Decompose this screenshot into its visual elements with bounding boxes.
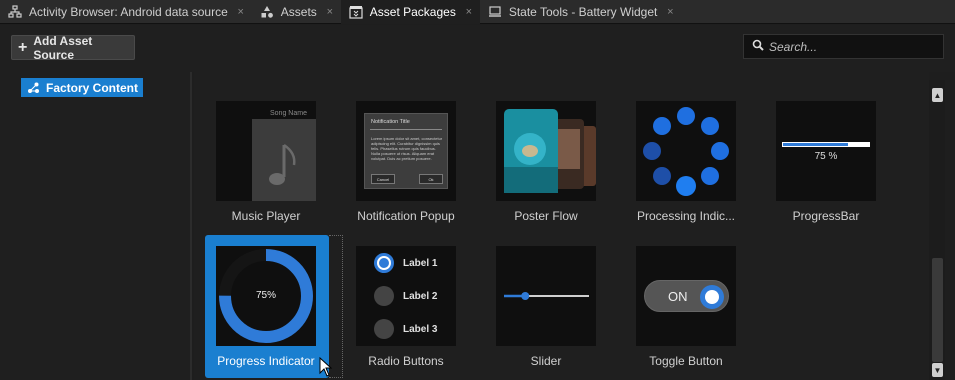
tab-assets[interactable]: Assets × [252,0,341,24]
vertical-scrollbar[interactable]: ▲ ▼ [929,80,945,380]
package-label: Poster Flow [514,209,578,223]
package-card-progressbar[interactable]: 75 % ProgressBar [766,96,904,238]
progress-indicator-value-text: 75% [255,290,276,301]
radio-checked [374,253,394,273]
slider-graphic [504,292,589,300]
package-label: Toggle Button [649,354,723,368]
monitor-icon [488,5,502,19]
radio-buttons-thumbnail: Label 1 Label 2 Label 3 [356,246,456,346]
search-box[interactable] [743,34,944,59]
asset-source-tree: Factory Content [0,72,192,380]
document-tab-bar: Activity Browser: Android data source × … [0,0,955,24]
package-card-music-player[interactable]: Song Name Music Player [206,96,344,238]
tab-label: Activity Browser: Android data source [29,5,228,19]
radio-option: Label 3 [374,319,437,339]
tab-label: Asset Packages [369,5,456,19]
progressbar-thumbnail: 75 % [776,101,876,201]
add-asset-source-button[interactable]: + Add Asset Source [11,33,135,62]
poster-stack-image [504,109,596,193]
package-card-poster-flow[interactable]: Poster Flow [486,96,624,238]
close-icon[interactable]: × [665,6,675,18]
tab-label: State Tools - Battery Widget [508,5,658,19]
package-label: Slider [530,354,562,368]
package-card-notification-popup[interactable]: Notification Title Lorem ipsum dolor sit… [346,96,484,238]
package-card-toggle-button[interactable]: ON Toggle Button [626,241,764,380]
tree-item-label: Factory Content [46,80,139,95]
package-label: Radio Buttons [368,354,444,368]
plus-icon: + [18,38,28,56]
progress-fill [783,143,848,146]
chevron-up-icon: ▲ [933,90,942,100]
divider [370,129,442,130]
package-label: Music Player [231,209,301,223]
radio-option: Label 2 [374,286,437,306]
chevron-down-icon: ▼ [933,365,942,375]
notification-title: Notification Title [371,119,410,125]
tab-activity-browser[interactable]: Activity Browser: Android data source × [0,0,252,24]
notification-body: Lorem ipsum dolor sit amet, consectetur … [371,136,443,161]
radio-option: Label 1 [374,253,437,273]
activity-browser-icon [8,5,22,19]
toggle-state-text: ON [668,289,688,304]
factory-content-icon [27,82,40,94]
package-label: Notification Popup [357,209,455,223]
asset-packages-icon [349,5,363,19]
slider-thumbnail [496,246,596,346]
package-card-slider[interactable]: Slider [486,241,624,380]
close-icon[interactable]: × [236,6,246,18]
cancel-button: Cancel [371,174,395,184]
album-art [252,119,316,201]
radio-unchecked [374,286,394,306]
processing-indicator-thumbnail [636,101,736,201]
radio-label: Label 2 [403,290,438,302]
scrollbar-thumb[interactable] [932,258,943,362]
search-icon [752,39,764,54]
radio-label: Label 1 [403,257,438,269]
package-card-radio-buttons[interactable]: Label 1 Label 2 Label 3 Radio Buttons [346,241,484,380]
progress-indicator-thumbnail: 75% [216,246,316,346]
tree-item-factory-content[interactable]: Factory Content [21,78,144,97]
toggle-switch: ON [644,280,729,312]
ok-button: Ok [419,174,443,184]
tab-label: Assets [280,5,317,19]
progress-track [782,142,870,147]
close-icon[interactable]: × [325,6,335,18]
radio-unchecked [374,319,394,339]
toggle-button-thumbnail: ON [636,246,736,346]
package-grid: Song Name Music Player Notification Titl… [194,72,929,380]
music-player-thumbnail: Song Name [216,101,316,201]
package-label: Progress Indicator [217,354,315,368]
song-name-text: Song Name [270,110,307,117]
mouse-cursor-icon [319,357,333,377]
spinner-dots [643,107,729,196]
scroll-up-button[interactable]: ▲ [932,88,943,102]
add-asset-source-label: Add Asset Source [33,33,93,62]
radio-label: Label 3 [403,323,438,335]
tab-state-tools[interactable]: State Tools - Battery Widget × [480,0,682,24]
toolbar: + Add Asset Source [0,25,955,72]
package-card-processing-indicator[interactable]: Processing Indic... [626,96,764,238]
scroll-down-button[interactable]: ▼ [932,363,943,377]
package-label: Processing Indic... [636,209,736,223]
assets-icon [260,5,274,19]
close-icon[interactable]: × [464,6,474,18]
progress-value-text: 75 % [814,151,838,162]
search-input[interactable] [769,39,939,54]
toggle-knob [700,285,724,309]
notification-popup-thumbnail: Notification Title Lorem ipsum dolor sit… [356,101,456,201]
poster-flow-thumbnail [496,101,596,201]
package-label: ProgressBar [792,209,860,223]
notification-panel: Notification Title Lorem ipsum dolor sit… [364,113,448,189]
tab-asset-packages[interactable]: Asset Packages × [340,0,480,24]
